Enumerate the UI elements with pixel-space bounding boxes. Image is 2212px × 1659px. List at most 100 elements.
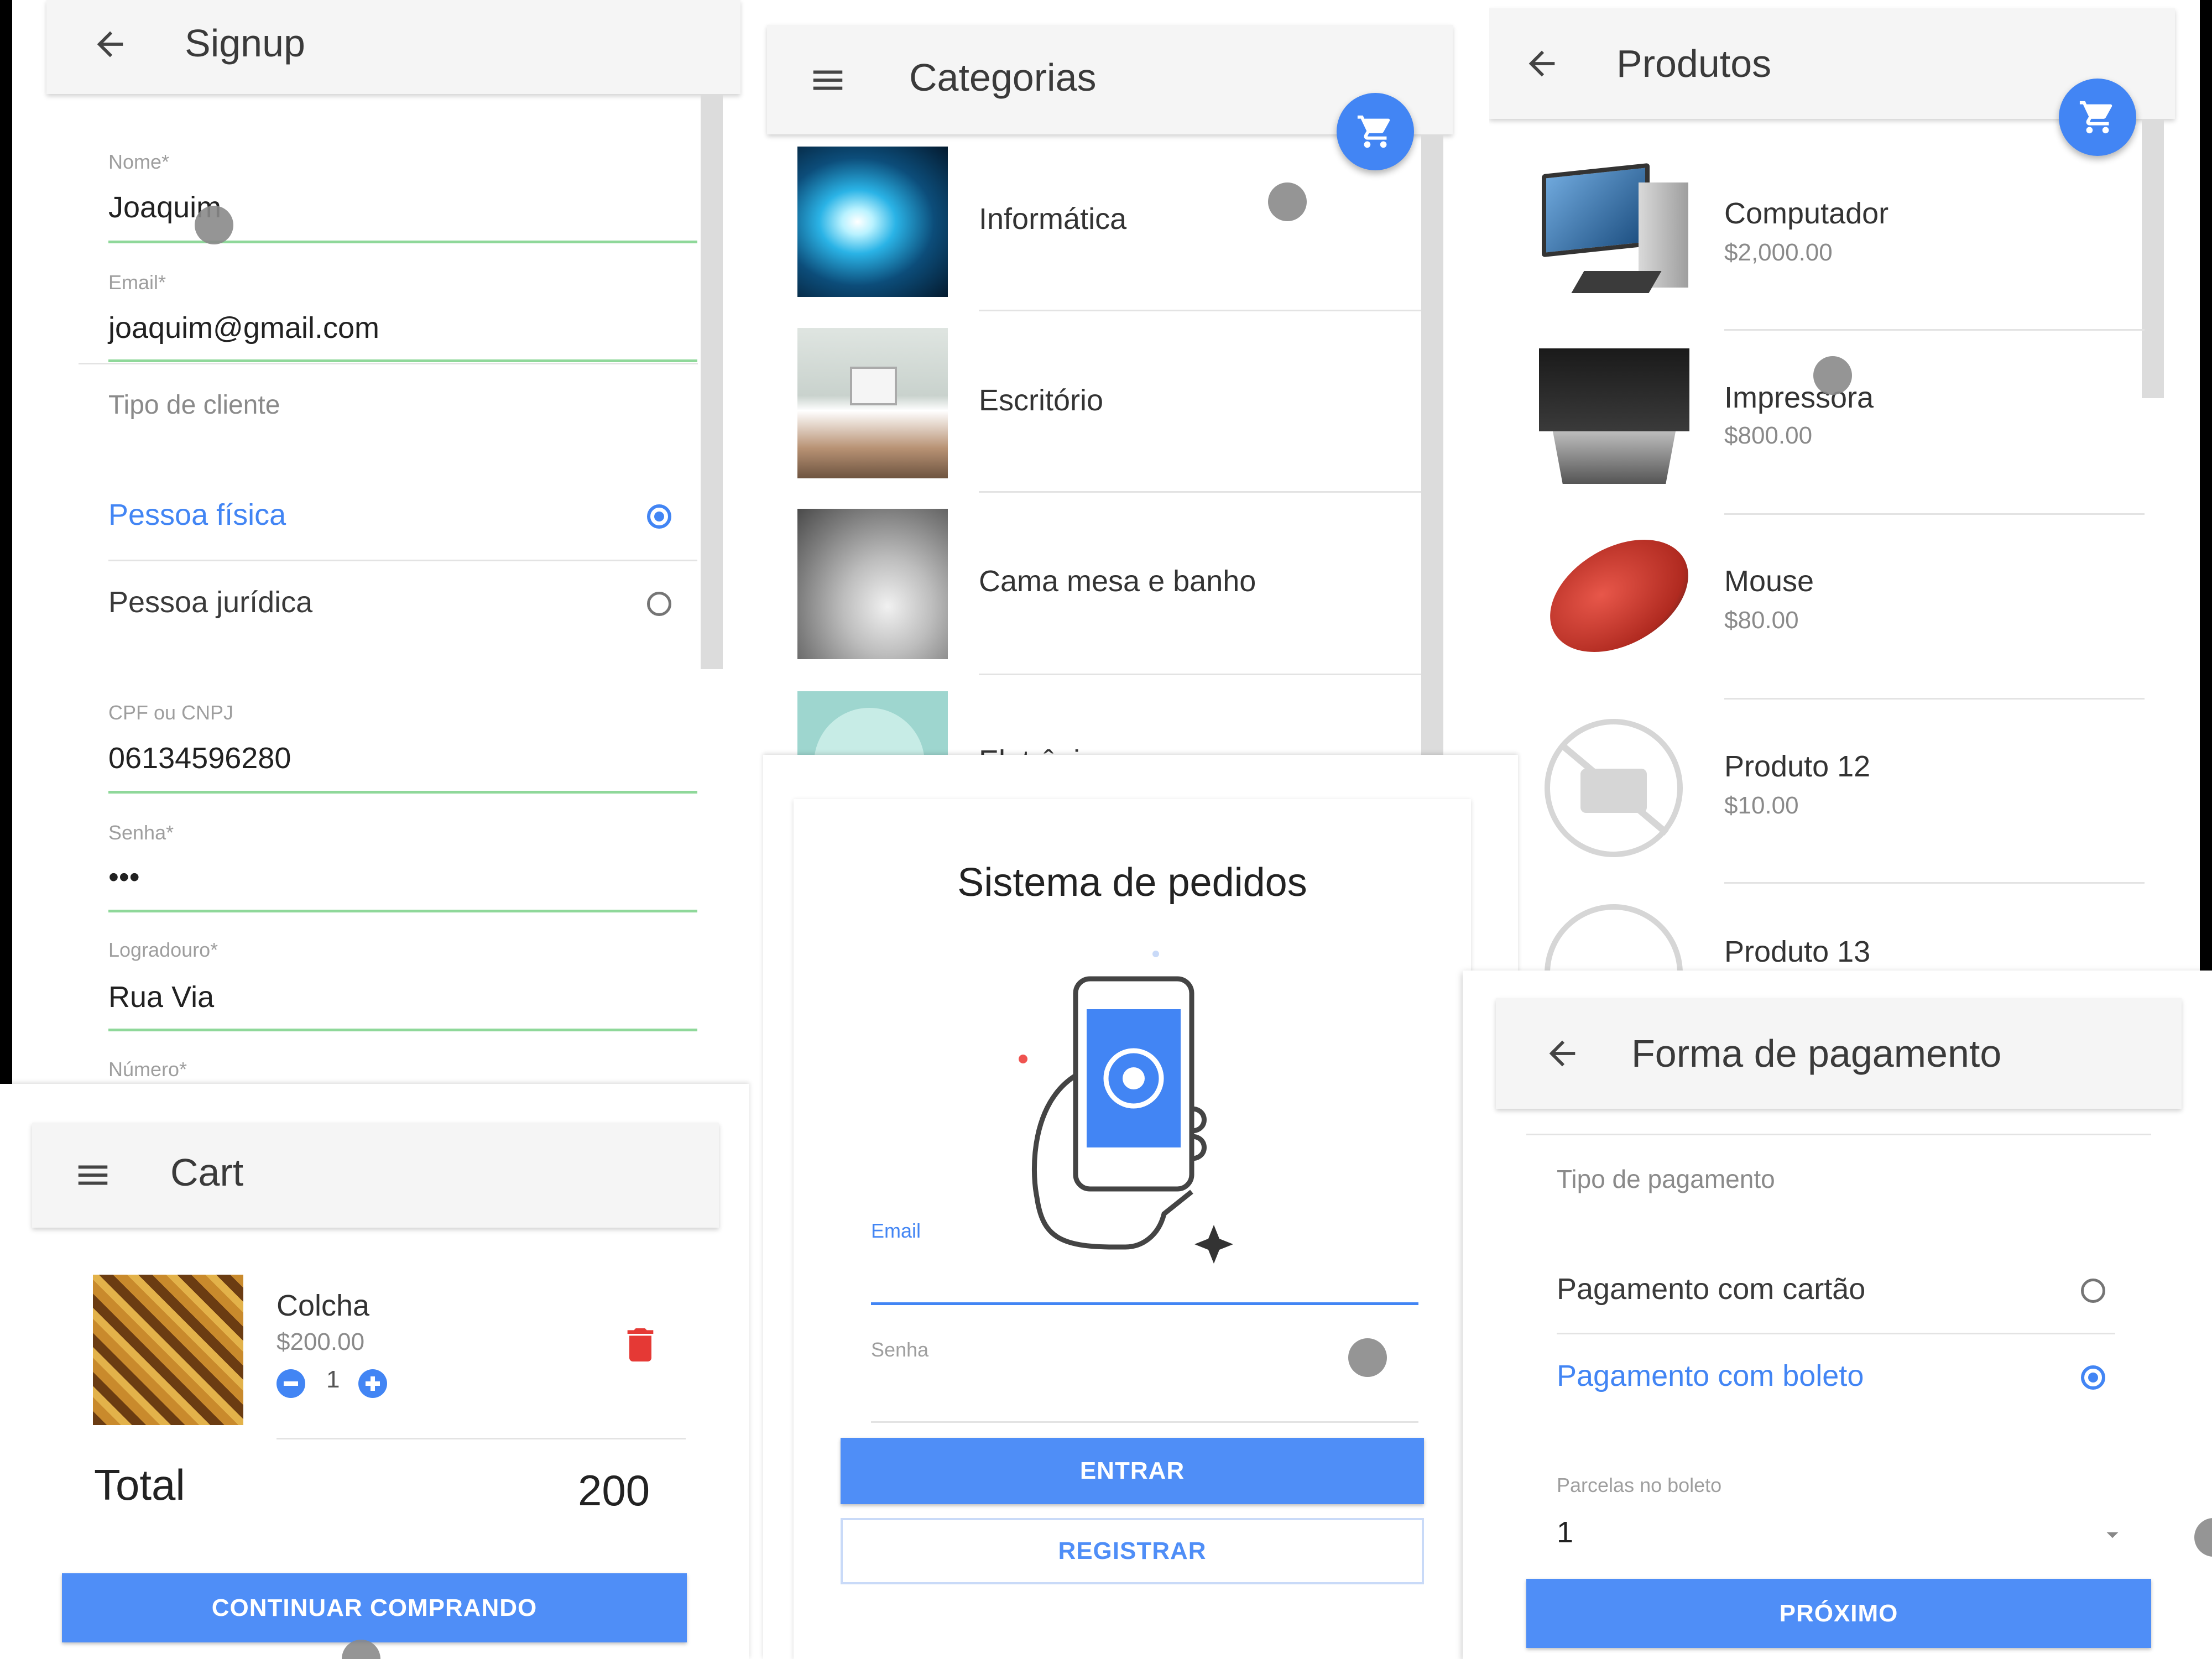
touch-indicator [342, 1640, 380, 1659]
decrease-quantity-button[interactable] [276, 1369, 305, 1398]
product-price: $800.00 [1724, 422, 1813, 449]
category-thumbnail [797, 328, 948, 478]
field-value: ••• [108, 860, 140, 894]
phone-hand-illustration [1019, 951, 1233, 1264]
product-price: $10.00 [1724, 792, 1799, 819]
payment-appbar: Forma de pagamento [1496, 998, 2182, 1109]
page-title: Cart [170, 1151, 244, 1194]
product-name: Impressora [1724, 381, 1874, 414]
product-price: $2,000.00 [1724, 239, 1833, 266]
radio-button[interactable] [2081, 1279, 2105, 1303]
back-arrow-icon[interactable] [91, 25, 129, 64]
back-arrow-icon[interactable] [1522, 44, 1561, 83]
touch-indicator [2194, 1518, 2212, 1557]
divider [1724, 698, 2145, 700]
product-thumbnail [1539, 343, 1689, 493]
touch-indicator [195, 206, 233, 244]
scrollbar[interactable] [701, 94, 723, 669]
divider [1724, 329, 2145, 331]
back-arrow-icon[interactable] [1543, 1034, 1582, 1073]
total-label: Total [94, 1460, 185, 1509]
selected-value: 1 [1557, 1516, 1574, 1549]
cart-item-name: Colcha [276, 1289, 370, 1322]
menu-icon[interactable] [808, 61, 847, 100]
product-name: Produto 13 [1724, 935, 1871, 968]
scrollbar[interactable] [2142, 119, 2164, 398]
product-thumbnail [93, 1275, 243, 1425]
field-label: Nome* [108, 150, 170, 173]
number-field-label: Número* [108, 1058, 187, 1081]
page-title: Forma de pagamento [1631, 1032, 2002, 1075]
cart-screen: Cart Colcha $200.00 1 Total 200 CONTINUA… [0, 1084, 749, 1659]
produtos-screen: Produtos Computador $2,000.00 Impressora… [1489, 0, 2200, 973]
product-price: $80.00 [1724, 607, 1799, 634]
radio-button[interactable] [2081, 1365, 2105, 1390]
no-image-icon [1545, 719, 1683, 857]
dropdown-arrow-icon [2099, 1521, 2126, 1548]
client-type-label: Tipo de cliente [108, 390, 280, 420]
increase-quantity-button[interactable] [358, 1369, 387, 1398]
product-thumbnail [1539, 160, 1689, 311]
page-title: Produtos [1616, 42, 1772, 85]
product-name: Produto 12 [1724, 750, 1871, 783]
quantity-value: 1 [326, 1366, 340, 1393]
enter-button[interactable]: ENTRAR [841, 1438, 1424, 1504]
option-label: Pessoa física [108, 498, 286, 531]
cart-fab[interactable] [1337, 93, 1414, 170]
category-name: Informática [979, 202, 1127, 236]
product-thumbnail [1539, 528, 1689, 679]
cart-appbar: Cart [32, 1123, 719, 1228]
product-name: Mouse [1724, 565, 1814, 598]
field-label: Senha* [108, 821, 174, 844]
scrollbar[interactable] [1421, 134, 1443, 755]
touch-indicator [1813, 356, 1852, 395]
field-label: Email [871, 1219, 921, 1242]
total-value: 200 [578, 1466, 650, 1515]
right-frame-edge [2200, 0, 2212, 973]
delete-icon[interactable] [618, 1323, 662, 1367]
cart-item-price: $200.00 [276, 1328, 365, 1355]
category-thumbnail [797, 509, 948, 659]
divider [1724, 882, 2145, 884]
field-label: Senha [871, 1338, 929, 1361]
register-button[interactable]: REGISTRAR [841, 1518, 1424, 1584]
field-underline [108, 241, 697, 243]
category-name: Escritório [979, 384, 1104, 417]
radio-button[interactable] [647, 592, 671, 616]
cart-icon [2079, 101, 2112, 134]
minus-icon [284, 1381, 298, 1386]
no-image-icon [1545, 904, 1683, 973]
signup-screen: Signup Nome* Joaquim Email* joaquim@gmai… [12, 0, 761, 1084]
radio-button[interactable] [647, 504, 671, 529]
left-frame-edge [0, 0, 12, 1084]
field-label: Email* [108, 271, 166, 294]
next-button[interactable]: PRÓXIMO [1526, 1579, 2151, 1648]
login-screen: Sistema de pedidos Email Senha ENTRAR RE… [763, 755, 1518, 1659]
field-label: Parcelas no boleto [1557, 1474, 1722, 1496]
field-label: Logradouro* [108, 938, 218, 961]
payment-screen: Forma de pagamento Tipo de pagamento Pag… [1463, 971, 2212, 1659]
cart-fab[interactable] [2059, 79, 2136, 156]
category-thumbnail [797, 691, 948, 755]
field-underline [871, 1421, 1418, 1423]
option-label: Pagamento com cartão [1557, 1272, 1866, 1306]
menu-icon[interactable] [74, 1156, 112, 1194]
signup-appbar: Signup [46, 0, 740, 94]
field-value: Rua Via [108, 980, 215, 1014]
page-title: Categorias [909, 56, 1097, 99]
divider [108, 560, 697, 561]
field-value: joaquim@gmail.com [108, 311, 379, 345]
continue-shopping-button[interactable]: CONTINUAR COMPRANDO [62, 1573, 687, 1642]
divider [1724, 513, 2145, 515]
option-label: Pagamento com boleto [1557, 1359, 1864, 1392]
field-underline [871, 1302, 1418, 1305]
payment-type-label: Tipo de pagamento [1557, 1165, 1775, 1193]
product-name: Computador [1724, 197, 1889, 230]
app-title: Sistema de pedidos [957, 860, 1307, 905]
field-underline [108, 359, 697, 362]
field-value: 06134596280 [108, 742, 291, 775]
divider [979, 491, 1421, 493]
divider [1557, 1333, 2115, 1334]
category-name: Cama mesa e banho [979, 565, 1256, 598]
field-underline [108, 1029, 697, 1031]
